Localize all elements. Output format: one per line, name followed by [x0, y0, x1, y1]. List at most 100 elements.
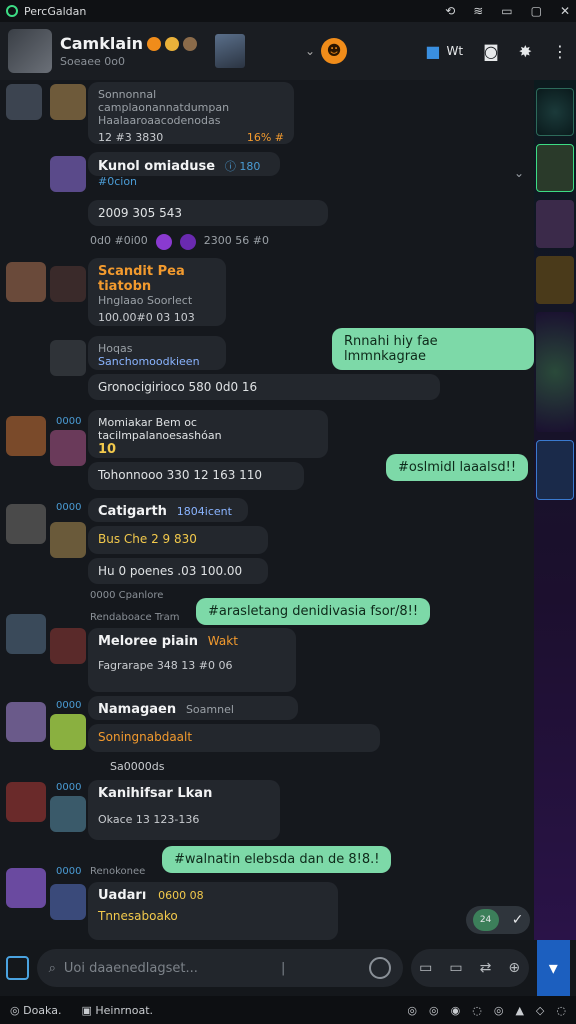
more-icon[interactable]: ⋮: [552, 42, 568, 61]
avatar[interactable]: [6, 868, 46, 908]
gear-icon[interactable]: ✸: [519, 42, 532, 61]
status-icon[interactable]: ◌: [472, 1004, 482, 1017]
wt-label[interactable]: Wt: [446, 44, 463, 58]
avatar[interactable]: [50, 628, 86, 664]
outgoing-message[interactable]: Rnnahi hiy fae lmmnkagrae: [332, 328, 534, 370]
message-bubble[interactable]: Catigarth 1804icent: [88, 498, 248, 522]
group-avatar[interactable]: [8, 29, 52, 73]
avatar[interactable]: [6, 84, 42, 120]
avatar[interactable]: [50, 266, 86, 302]
chevron-down-icon[interactable]: ⌄: [514, 166, 524, 180]
send-button[interactable]: ▾: [536, 940, 570, 996]
message-meta: 0d0 #0i00 2300 56 #0: [90, 234, 269, 250]
avatar[interactable]: [6, 504, 46, 544]
message-text: Soningnabdaalt: [98, 730, 193, 744]
status-badge: Soamnel: [185, 703, 234, 716]
sender-name: Kunol omiaduse: [98, 159, 216, 174]
message-bubble[interactable]: Hoqas Sanchomoodkieen: [88, 336, 226, 370]
message-meta: Tohonnooo 330 12 163 110: [98, 468, 263, 482]
message-bubble[interactable]: Soningnabdaalt: [88, 724, 380, 752]
side-tile[interactable]: [536, 256, 574, 304]
sender-name: Catigarth: [98, 504, 167, 519]
swap-icon[interactable]: ⇄: [480, 960, 492, 976]
message-bubble[interactable]: Hu 0 poenes .03 100.00: [88, 558, 268, 584]
status-icon[interactable]: ◎: [494, 1004, 504, 1017]
avatar[interactable]: [50, 714, 86, 750]
refresh-icon[interactable]: ⟲: [445, 4, 455, 18]
avatar[interactable]: [6, 614, 46, 654]
message-bubble[interactable]: Sonnonnal camplaonannatdumpan Haalaaroaa…: [88, 82, 294, 144]
message-tag: 0000: [56, 782, 82, 793]
message-meta: Fagrarape 348 13 #0 06: [98, 659, 233, 672]
minimize-button[interactable]: ▭: [501, 4, 512, 18]
outgoing-message[interactable]: #oslmidl laaalsd!!: [386, 454, 529, 481]
message-bubble[interactable]: 2009 305 543: [88, 200, 328, 226]
chat-title[interactable]: Camklain: [60, 34, 143, 53]
outgoing-message[interactable]: #arasletang denidivasia fsor/8!!: [196, 598, 431, 625]
avatar[interactable]: [50, 884, 86, 920]
message-text: 10: [98, 442, 117, 457]
bluesky-icon[interactable]: ■: [425, 42, 440, 61]
message-meta: 0d0 #0i00: [90, 234, 148, 247]
maximize-button[interactable]: ▢: [531, 4, 542, 18]
chat-messages[interactable]: ⌄ Sonnonnal camplaonannatdumpan Haalaaro…: [0, 80, 534, 940]
sender-name: Kanihifsar Lkan: [98, 786, 213, 801]
message-bubble[interactable]: Kunol omiaduse ⓘ 180 #0cion: [88, 152, 280, 188]
chevron-down-icon[interactable]: ⌄: [305, 44, 315, 58]
status-bar: ◎ Doaka. ▣ Heinrnoat. ◎ ◎ ◉ ◌ ◎ ▲ ◇ ◌: [0, 996, 576, 1024]
outgoing-message[interactable]: #walnatin elebsda dan de 8!8.!: [162, 846, 392, 873]
message-bubble[interactable]: Scandit Pea tiatobn Hnglaao Soorlect 100…: [88, 258, 226, 326]
avatar[interactable]: [6, 782, 46, 822]
status-badge: 0600 08: [158, 889, 204, 902]
gif-icon[interactable]: ▭: [449, 960, 462, 976]
avatar[interactable]: [6, 702, 46, 742]
avatar[interactable]: [50, 796, 86, 832]
avatar[interactable]: [50, 156, 86, 192]
message-bubble[interactable]: Tohonnooo 330 12 163 110: [88, 462, 304, 490]
message-bubble[interactable]: Bus Che 2 9 830: [88, 526, 268, 554]
attach-icon[interactable]: [6, 956, 29, 980]
status-icon[interactable]: ◎: [429, 1004, 439, 1017]
sender-name: Momiakar Bem oc tacilmpalanoesashóan: [98, 416, 222, 442]
pumpkin-icon[interactable]: ☻: [321, 38, 348, 64]
sun-emoji-icon: [147, 36, 162, 51]
message-bubble[interactable]: Meloree piain Wakt Fagrarape 348 13 #0 0…: [88, 628, 296, 692]
avatar[interactable]: [50, 430, 86, 466]
sticker-icon[interactable]: ▭: [419, 960, 432, 976]
status-item[interactable]: ◎ Doaka.: [10, 1004, 61, 1017]
status-badge: 1804icent: [176, 505, 232, 518]
avatar[interactable]: [50, 84, 86, 120]
scroll-to-bottom-button[interactable]: 24 ✓: [466, 906, 530, 934]
status-icon[interactable]: ◇: [536, 1004, 544, 1017]
message-bubble[interactable]: Gronocigirioco 580 0d0 16: [88, 374, 440, 400]
avatar[interactable]: [50, 522, 86, 558]
smile-emoji-icon: [165, 36, 180, 51]
message-bubble[interactable]: Uadarı 0600 08 Tnnesaboako: [88, 882, 338, 940]
message-bubble[interactable]: Kanihifsar Lkan Okace 13 123-136: [88, 780, 280, 840]
status-item[interactable]: ▣ Heinrnoat.: [81, 1004, 153, 1017]
side-tile[interactable]: [536, 200, 574, 248]
avatar[interactable]: [50, 340, 86, 376]
camera-icon[interactable]: [368, 957, 391, 979]
search-icon: ⌕: [48, 960, 56, 976]
side-tile[interactable]: [536, 144, 574, 192]
sender-name: Namagaen: [98, 702, 177, 717]
side-tile[interactable]: [536, 440, 574, 500]
camera-icon[interactable]: ◙: [483, 42, 499, 61]
side-tile[interactable]: [536, 88, 574, 136]
reaction-icon[interactable]: [155, 234, 172, 250]
side-tile[interactable]: [536, 312, 574, 432]
status-icon[interactable]: ◎: [407, 1004, 417, 1017]
close-button[interactable]: ✕: [560, 4, 570, 18]
status-icon[interactable]: ◌: [556, 1004, 566, 1017]
message-bubble[interactable]: Namagaen Soamnel: [88, 696, 298, 720]
status-icon[interactable]: ◉: [451, 1004, 461, 1017]
avatar[interactable]: [6, 262, 46, 302]
status-icon[interactable]: ▲: [515, 1004, 523, 1017]
emoji-icon[interactable]: ⊕: [508, 960, 520, 976]
sender-name: Meloree piain: [98, 634, 198, 649]
reaction-icon[interactable]: [179, 234, 196, 250]
message-input[interactable]: ⌕ Uoi daaenedlagset... |: [36, 949, 403, 987]
message-bubble[interactable]: Momiakar Bem oc tacilmpalanoesashóan 10: [88, 410, 328, 458]
avatar[interactable]: [6, 416, 46, 456]
